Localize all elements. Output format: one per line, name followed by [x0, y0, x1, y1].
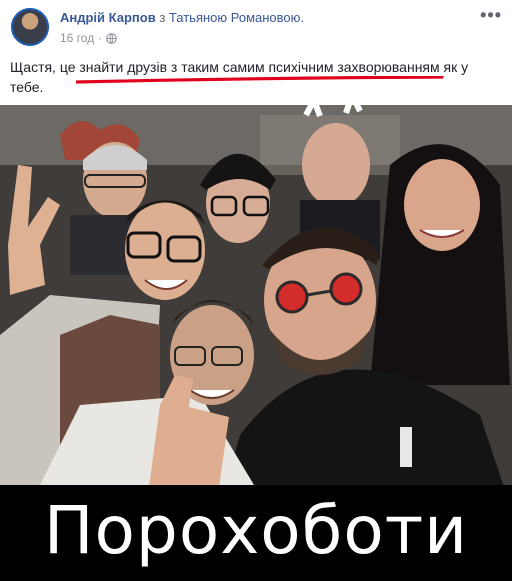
tagged-person-link[interactable]: Татьяною Романовою. [169, 10, 304, 25]
more-horizontal-icon[interactable]: ••• [480, 6, 502, 24]
post-header: Андрій Карпов з Татьяною Романовою. 16 г… [0, 0, 512, 52]
globe-icon[interactable] [106, 32, 118, 44]
post-timestamp[interactable]: 16 год [60, 31, 94, 45]
post-meta: 16 год · [60, 31, 118, 45]
photo-caption: Порохоботи [43, 492, 469, 569]
with-word: з [159, 10, 166, 25]
post-photo[interactable] [0, 105, 512, 497]
author-line: Андрій Карпов з Татьяною Романовою. [60, 10, 304, 25]
author-name-link[interactable]: Андрій Карпов [60, 10, 156, 25]
author-avatar[interactable] [11, 8, 49, 46]
group-selfie-illustration [0, 105, 512, 497]
red-underline-annotation [76, 76, 444, 84]
meta-separator: · [98, 31, 103, 45]
